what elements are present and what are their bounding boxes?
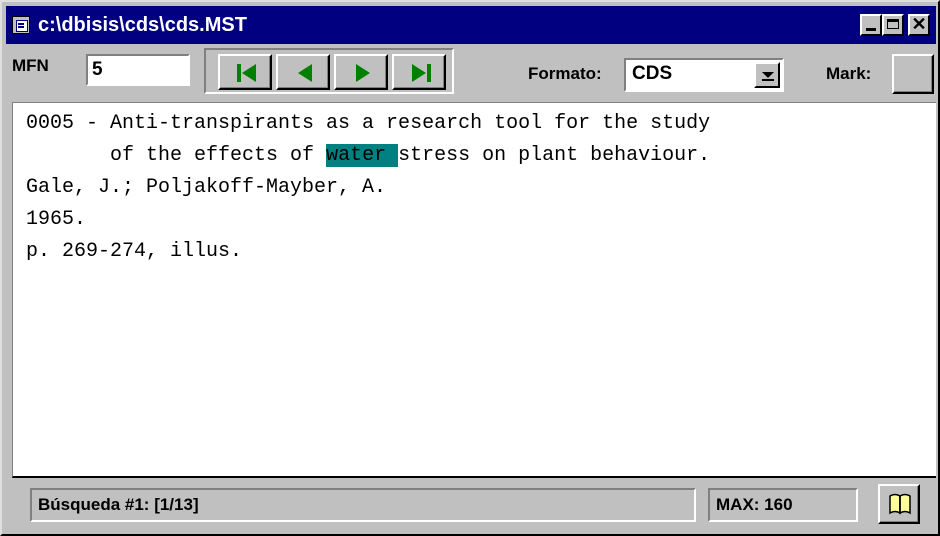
max-status: MAX: 160 (708, 488, 858, 522)
search-term-highlight: water (326, 144, 399, 167)
formato-select[interactable]: CDS (624, 58, 784, 92)
mfn-label: MFN (12, 56, 49, 75)
chevron-down-icon[interactable] (754, 62, 780, 88)
book-icon (889, 493, 911, 515)
close-button[interactable]: ✕ (908, 14, 930, 36)
mfn-input[interactable] (86, 54, 190, 86)
first-record-button[interactable] (218, 54, 272, 90)
minimize-icon (866, 28, 876, 31)
formato-value: CDS (632, 63, 673, 84)
window-menu-icon[interactable] (12, 16, 30, 34)
record-line-title-cont: of the effects of (26, 144, 327, 167)
formato-label: Formato: (528, 64, 602, 83)
previous-record-button[interactable] (276, 54, 330, 90)
next-record-button[interactable] (334, 54, 388, 90)
last-arrow-icon (412, 64, 431, 82)
record-line-title: 0005 - Anti-transpirants as a research t… (26, 112, 711, 135)
record-text: 0005 - Anti-transpirants as a research t… (26, 108, 710, 268)
search-status: Búsqueda #1: [1/13] (30, 488, 696, 522)
record-navigation (204, 48, 454, 94)
database-window: c:\dbisis\cds\cds.MST ✕ MFN 5 Formato: C… (0, 0, 940, 536)
first-arrow-icon (237, 64, 256, 82)
minimize-button[interactable] (860, 14, 882, 36)
record-line-authors: Gale, J.; Poljakoff-Mayber, A. (26, 176, 387, 199)
last-record-button[interactable] (392, 54, 446, 90)
maximize-icon (887, 19, 899, 29)
record-line-title-end: stress on plant behaviour. (398, 144, 711, 167)
mark-button[interactable] (892, 54, 934, 94)
record-line-pages: p. 269-274, illus. (26, 240, 243, 263)
toolbar: MFN 5 Formato: CDS Mark: (6, 46, 936, 102)
mark-label: Mark: (826, 64, 872, 83)
right-arrow-icon (356, 64, 370, 82)
title-bar[interactable]: c:\dbisis\cds\cds.MST ✕ (6, 6, 936, 44)
close-icon: ✕ (911, 14, 927, 34)
window-title: c:\dbisis\cds\cds.MST (38, 14, 247, 36)
book-button[interactable] (878, 484, 920, 524)
record-line-year: 1965. (26, 208, 87, 231)
maximize-button[interactable] (882, 14, 904, 36)
left-arrow-icon (298, 64, 312, 82)
